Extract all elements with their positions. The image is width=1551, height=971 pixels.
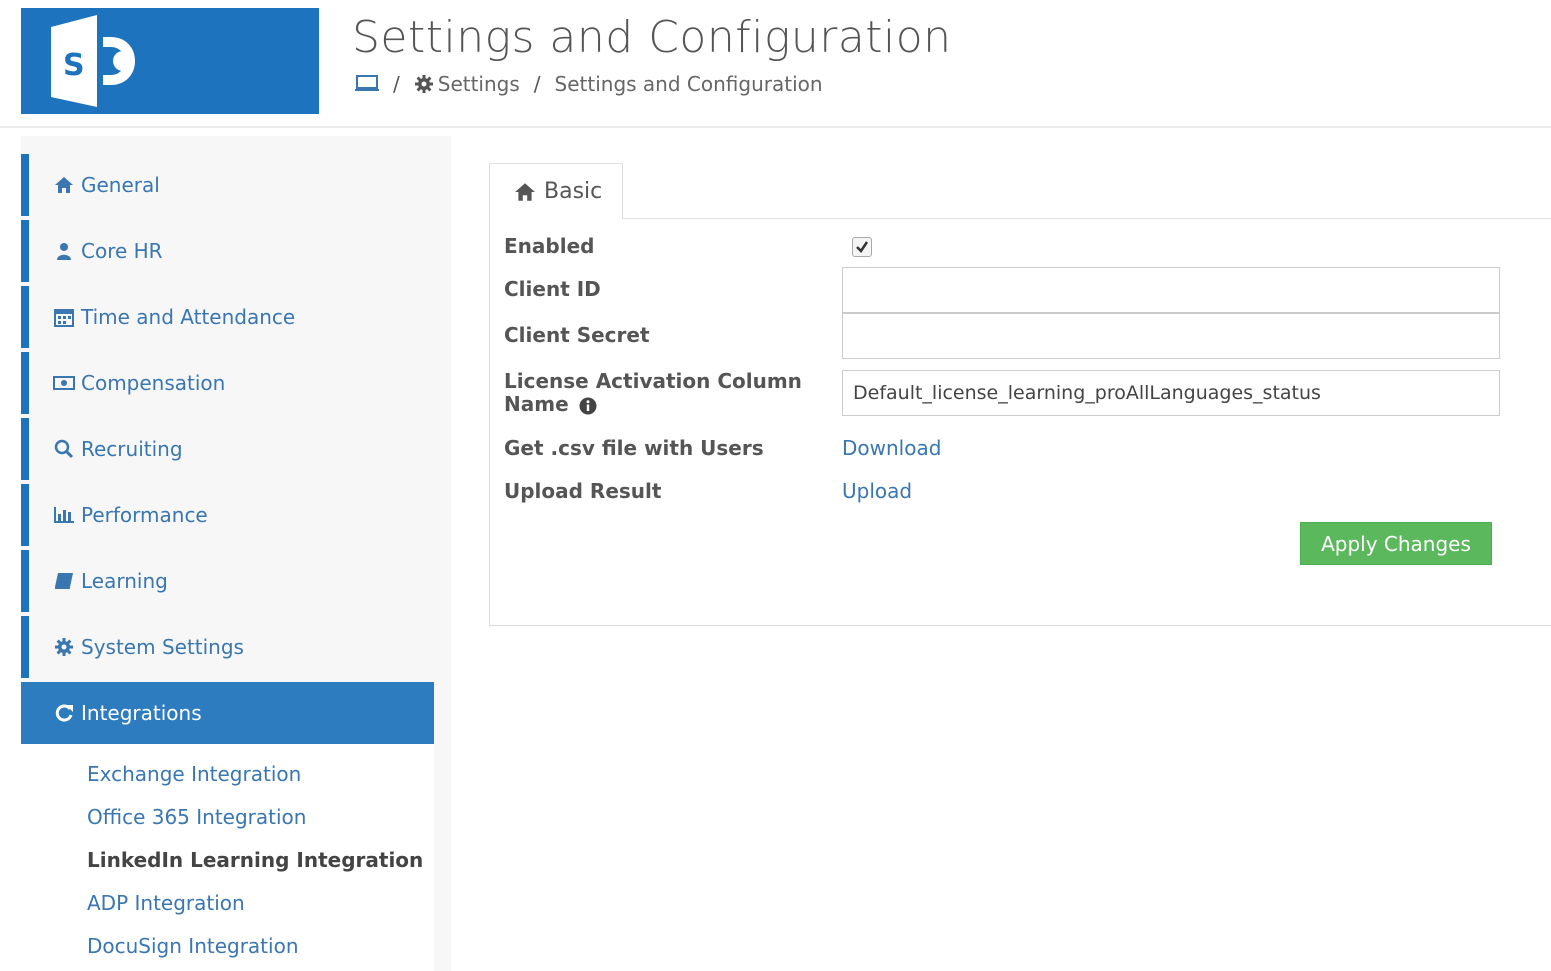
submenu-item-adp-integration[interactable]: ADP Integration [87, 891, 245, 915]
sidebar-item-label: Core HR [81, 239, 163, 263]
sidebar-item-label: Performance [81, 503, 208, 527]
search-icon [53, 439, 75, 459]
license-activation-label: License Activation Column Name [504, 370, 804, 416]
money-icon [53, 375, 75, 391]
book-icon [53, 572, 75, 590]
client-id-label: Client ID [504, 277, 601, 301]
sidebar-item-label: General [81, 173, 160, 197]
tab-label: Basic [544, 179, 603, 204]
bar-chart-icon [53, 506, 75, 524]
breadcrumb: / Settings / Settings and Configuration [355, 72, 823, 96]
gear-icon [414, 74, 434, 94]
sidebar-item-learning[interactable]: Learning [21, 550, 434, 612]
enabled-checkbox[interactable] [852, 237, 872, 257]
page-title: Settings and Configuration [352, 12, 952, 63]
app-logo[interactable]: S [21, 8, 319, 114]
submenu-item-linkedin-learning-integration[interactable]: LinkedIn Learning Integration [87, 848, 423, 872]
checkmark-icon [856, 241, 869, 253]
csv-file-label: Get .csv file with Users [504, 436, 764, 460]
tab-basic[interactable]: Basic [489, 163, 623, 219]
header-divider [0, 126, 1551, 128]
home-icon [53, 176, 75, 194]
download-link[interactable]: Download [842, 436, 941, 460]
sidebar-item-time-and-attendance[interactable]: Time and Attendance [21, 286, 434, 348]
breadcrumb-settings[interactable]: Settings [438, 72, 520, 96]
gear-icon [53, 637, 75, 657]
integrations-submenu: Exchange Integration Office 365 Integrat… [21, 744, 434, 971]
sidebar-item-label: Time and Attendance [81, 305, 296, 329]
client-secret-input[interactable] [842, 313, 1500, 359]
license-activation-label-text: License Activation Column Name [504, 369, 802, 416]
sharepoint-logo-icon: S [51, 15, 135, 107]
refresh-icon [53, 703, 75, 723]
upload-result-label: Upload Result [504, 479, 662, 503]
license-activation-input[interactable] [842, 370, 1500, 416]
submenu-item-office-365-integration[interactable]: Office 365 Integration [87, 805, 306, 829]
upload-link[interactable]: Upload [842, 479, 912, 503]
sidebar-item-system-settings[interactable]: System Settings [21, 616, 434, 678]
sidebar-item-integrations[interactable]: Integrations [21, 682, 434, 744]
sidebar-item-label: Recruiting [81, 437, 183, 461]
sidebar-item-compensation[interactable]: Compensation [21, 352, 434, 414]
breadcrumb-separator: / [533, 72, 541, 96]
client-secret-label: Client Secret [504, 323, 650, 347]
breadcrumb-current: Settings and Configuration [554, 72, 823, 96]
breadcrumb-separator: / [393, 72, 400, 96]
sidebar-item-label: Compensation [81, 371, 226, 395]
apply-changes-button[interactable]: Apply Changes [1300, 522, 1492, 565]
submenu-item-exchange-integration[interactable]: Exchange Integration [87, 762, 301, 786]
computer-icon[interactable] [355, 74, 379, 94]
submenu-item-docusign-integration[interactable]: DocuSign Integration [87, 934, 299, 958]
user-icon [53, 242, 75, 260]
sidebar-item-performance[interactable]: Performance [21, 484, 434, 546]
sidebar-item-recruiting[interactable]: Recruiting [21, 418, 434, 480]
calendar-icon [53, 307, 75, 327]
svg-text:S: S [63, 48, 85, 83]
enabled-label: Enabled [504, 234, 595, 258]
client-id-input[interactable] [842, 267, 1500, 313]
sidebar-item-label: Learning [81, 569, 168, 593]
home-icon [514, 182, 536, 202]
sidebar-item-general[interactable]: General [21, 154, 434, 216]
sidebar-item-label: System Settings [81, 635, 244, 659]
sidebar: General Core HR Time and Attendance Comp… [21, 136, 451, 971]
sidebar-item-core-hr[interactable]: Core HR [21, 220, 434, 282]
info-icon[interactable] [579, 397, 597, 415]
sidebar-item-label: Integrations [81, 701, 202, 725]
